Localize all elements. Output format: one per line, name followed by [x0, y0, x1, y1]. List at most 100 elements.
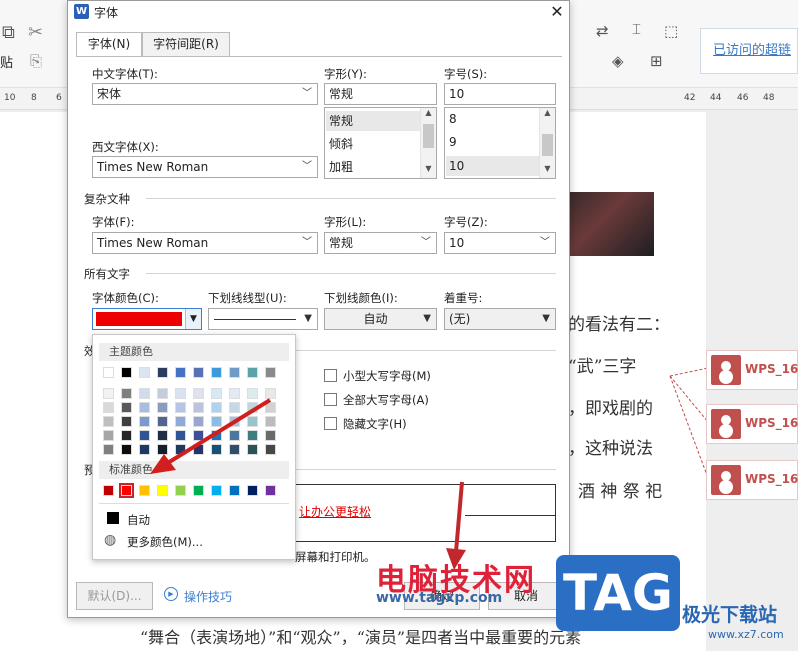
complex-font-select[interactable]: Times New Roman ﹀: [92, 232, 318, 254]
annotation-arrow-icon: [150, 398, 272, 474]
color-swatch[interactable]: [103, 444, 114, 455]
complex-size-select[interactable]: 10 ﹀: [444, 232, 556, 254]
comment-card[interactable]: WPS_163: [706, 404, 798, 444]
dialog-title: 字体: [94, 6, 119, 20]
small-caps-checkbox[interactable]: [324, 369, 337, 382]
style-list[interactable]: 常规 倾斜 加粗 ▲ ▼: [324, 107, 437, 179]
color-swatch[interactable]: [211, 367, 222, 378]
list-item[interactable]: 常规: [326, 111, 420, 131]
tips-link[interactable]: 操作技巧: [184, 588, 232, 605]
ruler-tick: 6: [56, 93, 62, 103]
chevron-down-icon: ﹀: [421, 237, 431, 248]
scrollbar-thumb[interactable]: [423, 124, 434, 148]
all-caps-checkbox[interactable]: [324, 393, 337, 406]
chevron-down-icon[interactable]: ▼: [421, 164, 436, 178]
style-gallery[interactable]: 已访问的超链: [700, 28, 798, 74]
comment-card[interactable]: WPS_163: [706, 460, 798, 500]
underline-color-select[interactable]: 自动 ▼: [324, 308, 437, 330]
list-item[interactable]: 加粗: [329, 158, 353, 175]
emphasis-value: (无): [449, 312, 471, 326]
color-swatch[interactable]: [103, 388, 114, 399]
complex-style-value: 常规: [329, 236, 354, 250]
color-swatch[interactable]: [247, 367, 258, 378]
fill-icon[interactable]: ◈: [612, 52, 624, 70]
section-divider: [296, 469, 556, 470]
auto-color-swatch[interactable]: [107, 512, 119, 524]
dropdown-arrow-icon[interactable]: ▼: [185, 309, 201, 329]
text-direction-icon[interactable]: ⬚: [664, 22, 678, 40]
scrollbar[interactable]: ▲ ▼: [420, 108, 436, 178]
complex-font-value: Times New Roman: [97, 236, 209, 250]
paste-label[interactable]: 贴: [0, 52, 13, 71]
chevron-down-icon: ﹀: [302, 88, 312, 99]
font-color-select[interactable]: ▼: [92, 308, 202, 330]
color-swatch[interactable]: [229, 367, 240, 378]
border-icon[interactable]: ⊞: [650, 52, 663, 70]
dialog-titlebar[interactable]: W 字体 ✕: [68, 1, 569, 23]
emphasis-label: 着重号:: [444, 291, 483, 305]
hidden-text-checkbox[interactable]: [324, 417, 337, 430]
chevron-up-icon[interactable]: ▲: [421, 108, 436, 122]
scrollbar[interactable]: ▲ ▼: [539, 108, 555, 178]
comment-author: WPS_163: [745, 472, 798, 486]
replace-icon[interactable]: ⇄: [596, 22, 609, 40]
list-item[interactable]: 8: [449, 112, 457, 126]
list-item[interactable]: 9: [449, 135, 457, 149]
style-value: 常规: [329, 87, 354, 101]
default-button[interactable]: 默认(D)...: [76, 582, 153, 610]
chevron-down-icon[interactable]: ▼: [540, 164, 555, 178]
complex-font-label: 字体(F):: [92, 215, 135, 229]
doc-line: 酒 神 祭 祀: [578, 482, 663, 502]
underline-style-select[interactable]: ▼: [208, 308, 318, 330]
document-image[interactable]: [570, 192, 654, 256]
western-font-select[interactable]: Times New Roman ﹀: [92, 156, 318, 178]
ruler-tick: 10: [4, 93, 16, 103]
underline-preview-line: [214, 319, 296, 320]
color-swatch[interactable]: [265, 367, 276, 378]
tab-font[interactable]: 字体(N): [76, 32, 142, 57]
style-input[interactable]: 常规: [324, 83, 437, 105]
copy-icon[interactable]: ⧉: [2, 22, 15, 43]
color-swatch[interactable]: [103, 416, 114, 427]
color-swatch[interactable]: [139, 367, 150, 378]
list-item[interactable]: 10: [446, 156, 539, 176]
close-icon[interactable]: ✕: [546, 1, 568, 23]
comment-card[interactable]: WPS_163: [706, 350, 798, 390]
color-swatch[interactable]: [103, 430, 114, 441]
color-swatch[interactable]: [103, 367, 114, 378]
color-swatch[interactable]: [121, 367, 132, 378]
doc-line: “武”三字: [568, 357, 637, 377]
dropdown-arrow-icon: ▼: [542, 313, 550, 324]
insert-symbol-icon[interactable]: ⌶: [632, 20, 641, 38]
color-swatch[interactable]: [103, 402, 114, 413]
section-divider: [296, 350, 556, 351]
chevron-up-icon[interactable]: ▲: [540, 108, 555, 122]
tab-character-spacing[interactable]: 字符间距(R): [142, 32, 230, 56]
dropdown-arrow-icon: ▼: [304, 313, 312, 324]
ruler-tick: 46: [737, 93, 749, 103]
size-input[interactable]: 10: [444, 83, 556, 105]
user-avatar-icon: [711, 465, 741, 495]
auto-color-option[interactable]: 自动: [127, 512, 150, 528]
tips-icon[interactable]: ▶: [164, 587, 178, 601]
comment-connector: [669, 367, 709, 479]
size-value: 10: [449, 87, 465, 101]
size-list[interactable]: 8 9 10 ▲ ▼: [444, 107, 556, 179]
visited-hyperlink-style[interactable]: 已访问的超链: [713, 39, 791, 58]
format-painter-icon[interactable]: ⎘: [30, 52, 42, 70]
all-caps-label: 全部大写字母(A): [343, 393, 429, 407]
color-swatch[interactable]: [193, 367, 204, 378]
user-avatar-icon: [711, 409, 741, 439]
complex-style-select[interactable]: 常规 ﹀: [324, 232, 437, 254]
cut-icon[interactable]: ✂: [28, 22, 43, 43]
scrollbar-thumb[interactable]: [542, 134, 553, 156]
color-swatch[interactable]: [175, 367, 186, 378]
list-item[interactable]: 倾斜: [329, 135, 353, 152]
chinese-font-select[interactable]: 宋体 ﹀: [92, 83, 318, 105]
more-colors-option[interactable]: 更多颜色(M)...: [127, 534, 203, 550]
color-swatch[interactable]: [157, 367, 168, 378]
emphasis-select[interactable]: (无) ▼: [444, 308, 556, 330]
color-swatch[interactable]: [103, 485, 114, 496]
doc-line: 的看法有二：: [568, 315, 670, 335]
chinese-font-label: 中文字体(T):: [92, 67, 158, 81]
